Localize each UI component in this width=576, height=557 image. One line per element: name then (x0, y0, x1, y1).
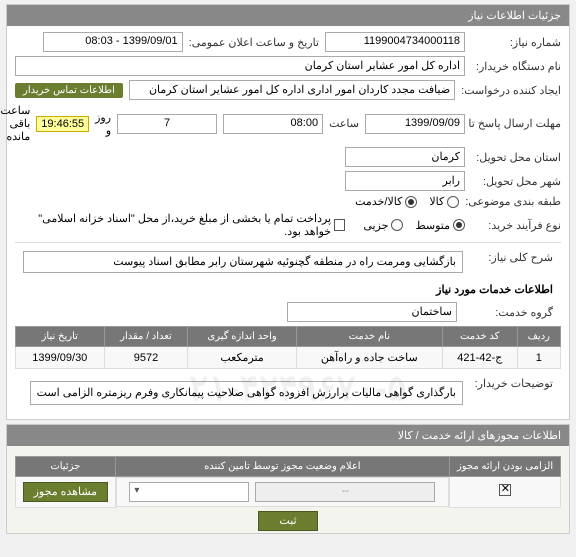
cat-goods-label: کالا (429, 195, 444, 208)
status-disabled-field: -- (255, 482, 435, 502)
services-table: ردیف کد خدمت نام خدمت واحد اندازه گیری ت… (15, 326, 561, 369)
desc-field: بازگشایی ومرمت راه در منطقه گچنوئیه شهرس… (23, 251, 463, 273)
desc-label: شرح کلی نیاز: (463, 251, 553, 264)
pub-date-label: تاریخ و ساعت اعلان عمومی: (189, 36, 319, 49)
col-unit: واحد اندازه گیری (188, 327, 296, 347)
col-name: نام خدمت (296, 327, 442, 347)
cat-goods-option[interactable]: کالا (429, 195, 459, 208)
hours-left-box: 19:46:55 (36, 116, 89, 132)
cat-service-label: کالا/خدمت (355, 195, 402, 208)
buyer-org-field: اداره کل امور عشایر استان کرمان (15, 56, 465, 76)
buyer-contact-link[interactable]: اطلاعات تماس خریدار (15, 83, 123, 98)
perm-status-cell: -- (116, 477, 449, 507)
proc-partial-option[interactable]: جزیی (363, 219, 403, 232)
cell-name: ساخت جاده و راه‌آهن (296, 347, 442, 369)
cell-date: 1399/09/30 (16, 347, 105, 369)
deadline-label: مهلت ارسال پاسخ تا تاریخ: (471, 117, 561, 130)
hours-unit: ساعت باقی مانده (0, 104, 30, 143)
cell-unit: مترمکعب (188, 347, 296, 369)
payment-note-item: پرداخت تمام یا بخشی از مبلغ خرید،از محل … (15, 212, 345, 238)
deadline-time-field: 08:00 (223, 114, 323, 134)
col-date: تاریخ نیاز (16, 327, 105, 347)
col-idx: ردیف (517, 327, 560, 347)
payment-note-text: پرداخت تمام یا بخشی از مبلغ خرید،از محل … (15, 212, 331, 238)
cell-code: ج-42-421 (442, 347, 517, 369)
buyer-note-box: بارگذاری گواهی مالیات برارزش افزوده گواه… (30, 381, 463, 405)
cat-service-option[interactable]: کالا/خدمت (355, 195, 417, 208)
process-label: نوع فرآیند خرید: (471, 219, 561, 232)
need-details-panel: جزئیات اطلاعات نیاز شماره نیاز: 11990047… (6, 4, 570, 420)
service-group-label: گروه خدمت: (463, 306, 553, 319)
perm-details-cell: مشاهده مجوز (16, 477, 116, 508)
province-label: استان محل تحویل: (471, 151, 561, 164)
deadline-date-field: 1399/09/09 (365, 114, 465, 134)
province-field: کرمان (345, 147, 465, 167)
pub-date-field: 1399/09/01 - 08:03 (43, 32, 183, 52)
perm-table: الزامی بودن ارائه مجوز اعلام وضعیت مجوز … (15, 456, 561, 508)
col-code: کد خدمت (442, 327, 517, 347)
perm-header: اطلاعات مجوزهای ارائه خدمت / کالا (7, 425, 569, 446)
view-permit-button[interactable]: مشاهده مجوز (23, 482, 108, 502)
col-qty: تعداد / مقدار (104, 327, 188, 347)
checkbox-icon (334, 219, 345, 231)
perm-col-details: جزئیات (16, 457, 116, 477)
creator-label: ایجاد کننده درخواست: (461, 84, 561, 97)
radio-icon (391, 219, 403, 231)
city-label: شهر محل تحویل: (471, 175, 561, 188)
cell-qty: 9572 (104, 347, 188, 369)
buyer-note-label: توضیحات خریدار: (463, 377, 553, 390)
perm-col-mandatory: الزامی بودن ارائه مجوز (450, 457, 561, 477)
service-group-field: ساختمان (287, 302, 457, 322)
process-radios: متوسط جزیی (363, 219, 465, 232)
radio-icon (447, 196, 459, 208)
cell-idx: 1 (517, 347, 560, 369)
radio-icon (405, 196, 417, 208)
status-select[interactable] (129, 482, 249, 502)
buyer-org-label: نام دستگاه خریدار: (471, 60, 561, 73)
req-no-label: شماره نیاز: (471, 36, 561, 49)
radio-icon (453, 219, 465, 231)
proc-medium-label: متوسط (415, 219, 450, 232)
perm-col-status: اعلام وضعیت مجوز توسط تامین کننده (115, 457, 449, 477)
deadline-time-label: ساعت (329, 117, 359, 130)
days-left-field: 7 (117, 114, 217, 134)
proc-medium-option[interactable]: متوسط (415, 219, 465, 232)
panel-title: جزئیات اطلاعات نیاز (7, 5, 569, 26)
creator-field: ضیافت مجدد کاردان امور اداری اداره کل ام… (129, 80, 455, 100)
perm-row: -- مشاهده مجوز (16, 477, 561, 508)
proc-partial-label: جزیی (363, 219, 388, 232)
category-radios: کالا کالا/خدمت (355, 195, 459, 208)
service-info-title: اطلاعات خدمات مورد نیاز (15, 277, 561, 302)
perm-mandatory-cell (450, 477, 561, 508)
req-no-field: 1199004734000118 (325, 32, 465, 52)
save-button[interactable]: ثبت (258, 511, 317, 531)
city-field: رابر (345, 171, 465, 191)
days-unit: روز و (95, 111, 111, 137)
mandatory-checkbox[interactable] (499, 484, 511, 496)
category-label: طبقه بندی موضوعی: (465, 195, 561, 208)
table-row: 1 ج-42-421 ساخت جاده و راه‌آهن مترمکعب 9… (16, 347, 561, 369)
permissions-panel: اطلاعات مجوزهای ارائه خدمت / کالا الزامی… (6, 424, 570, 534)
